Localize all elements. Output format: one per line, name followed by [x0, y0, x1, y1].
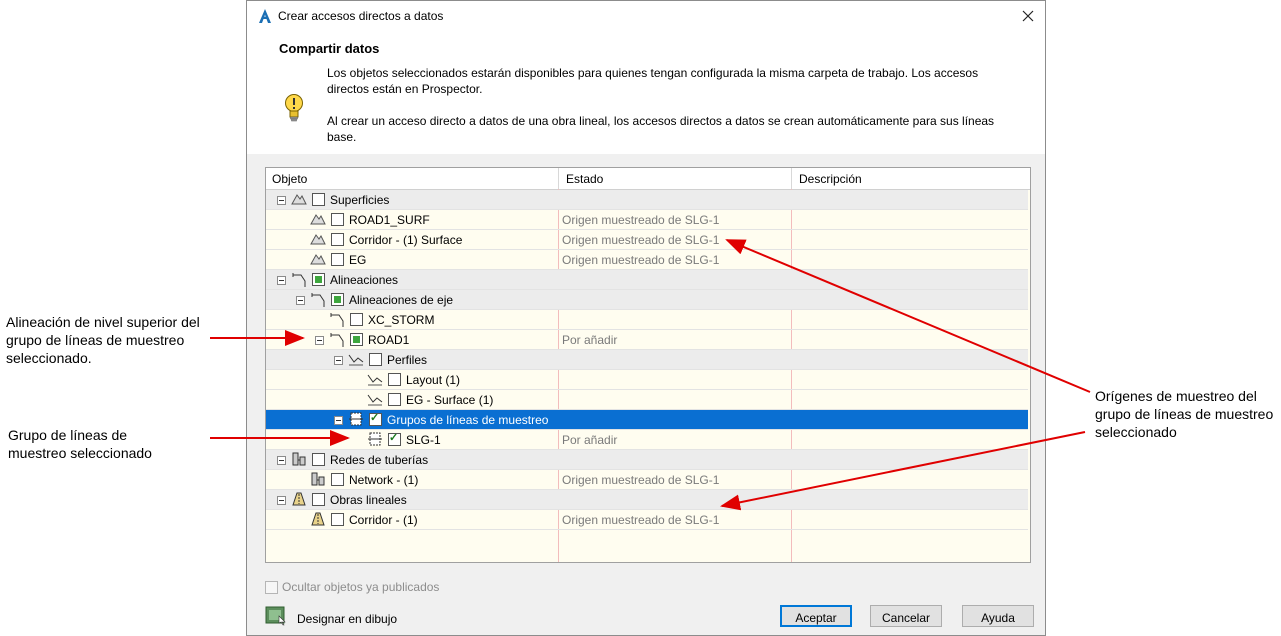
- arrow-to-corridor-sources: [720, 431, 1086, 511]
- annotation-arrows: [210, 239, 1091, 511]
- arrow-to-surface-sources: [725, 239, 1091, 393]
